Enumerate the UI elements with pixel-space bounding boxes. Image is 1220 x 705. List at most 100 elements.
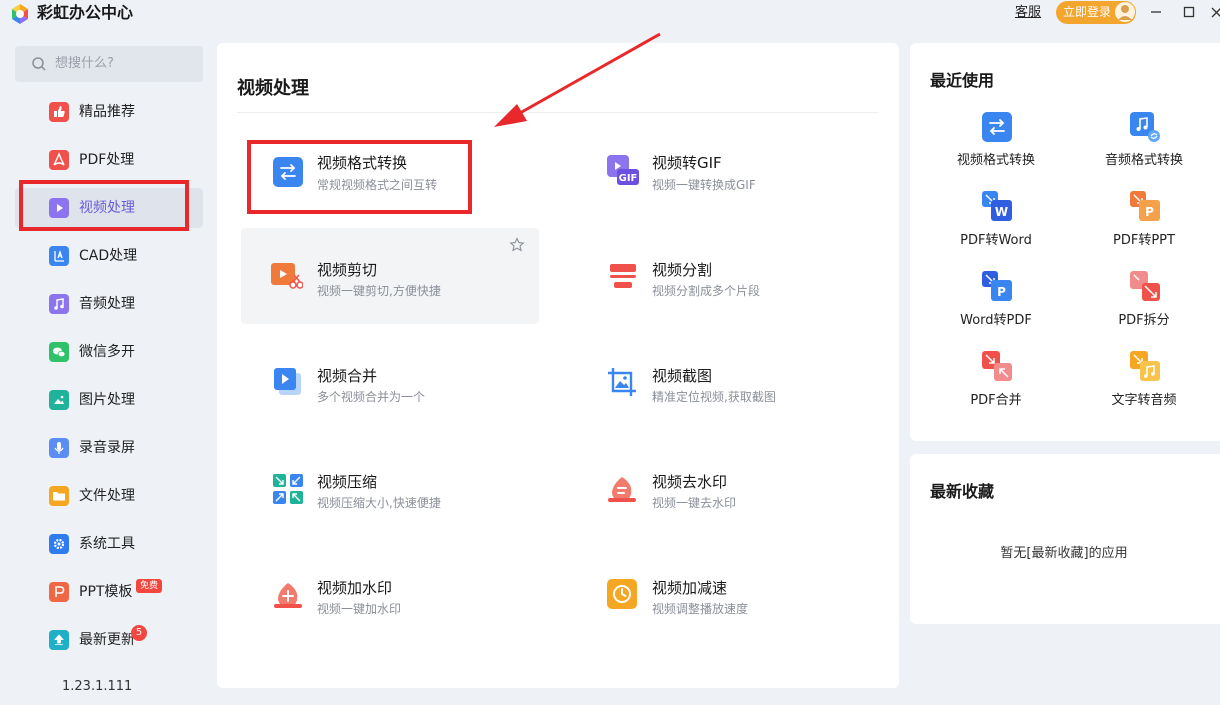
- maximize-icon[interactable]: [1180, 3, 1198, 21]
- split-icon: [610, 264, 636, 288]
- page-title: 视频处理: [237, 78, 309, 99]
- divider: [237, 112, 879, 113]
- sidebar-item-label: 精品推荐: [79, 104, 135, 120]
- tool-name: 视频压缩: [317, 473, 378, 491]
- sidebar-item-label: 录音录屏: [79, 440, 135, 456]
- recent-item-label[interactable]: PDF合并: [931, 392, 1061, 410]
- thumbs-up-icon: [49, 102, 69, 122]
- tool-name: 视频转GIF: [652, 154, 722, 172]
- title-bar: 彩虹办公中心 客服 立即登录: [0, 0, 1220, 30]
- sidebar-item-label: 文件处理: [79, 488, 135, 504]
- favorites-title: 最新收藏: [930, 482, 995, 501]
- sidebar-item-label: CAD处理: [79, 248, 138, 264]
- sidebar-item-pdf[interactable]: PDF处理: [15, 140, 203, 180]
- speed-icon: [607, 579, 637, 609]
- sidebar-item-label: 图片处理: [79, 392, 135, 408]
- tool-name: 视频分割: [652, 261, 713, 279]
- compress-icon: [273, 474, 303, 504]
- search-placeholder: 想搜什么?: [55, 56, 114, 71]
- sidebar-item-wechat[interactable]: 微信多开: [15, 332, 203, 372]
- tool-name: 视频截图: [652, 367, 713, 385]
- upload-icon: [49, 630, 69, 650]
- tool-name: 视频加减速: [652, 579, 728, 597]
- tool-desc: 视频一键剪切,方便快捷: [317, 284, 441, 298]
- sidebar-item-recommended[interactable]: 精品推荐: [15, 92, 203, 132]
- ppt-icon: [49, 582, 69, 602]
- pdf-to-ppt-icon[interactable]: P: [1130, 191, 1160, 221]
- folder-icon: [49, 486, 69, 506]
- sidebar-item-files[interactable]: 文件处理: [15, 476, 203, 516]
- cad-icon: [49, 246, 69, 266]
- sidebar-item-image[interactable]: 图片处理: [15, 380, 203, 420]
- avatar[interactable]: [1114, 1, 1136, 23]
- sidebar-item-system-tools[interactable]: 系统工具: [15, 524, 203, 564]
- wechat-icon: [49, 342, 69, 362]
- star-icon[interactable]: [509, 237, 525, 253]
- favorites-empty-text: 暂无[最新收藏]的应用: [1000, 546, 1128, 561]
- highlight-box-sidebar: [19, 180, 189, 231]
- recent-title: 最近使用: [930, 71, 995, 90]
- sidebar-item-label: 最新更新: [79, 632, 135, 648]
- sidebar-item-updates[interactable]: 最新更新: [15, 620, 203, 660]
- tool-name: 视频合并: [317, 367, 378, 385]
- rainbow-logo-icon: [12, 4, 28, 24]
- merge-video-icon: [274, 368, 301, 395]
- tool-desc: 视频一键去水印: [652, 496, 737, 510]
- image-icon: [49, 390, 69, 410]
- swap-arrows-icon[interactable]: [982, 112, 1012, 142]
- free-badge: 免费: [136, 579, 163, 593]
- close-icon[interactable]: [1206, 3, 1220, 21]
- add-watermark-icon: [274, 583, 302, 608]
- remove-watermark-icon: [608, 477, 636, 502]
- favorites-panel: [910, 454, 1220, 624]
- pdf-icon: [49, 150, 69, 170]
- svg-text:W: W: [995, 205, 1008, 219]
- update-count-badge: 5: [131, 625, 147, 641]
- svg-text:P: P: [1145, 205, 1154, 219]
- tool-desc: 视频分割成多个片段: [652, 284, 761, 298]
- recent-item-label[interactable]: PDF拆分: [1079, 312, 1209, 330]
- sidebar-item-recorder[interactable]: 录音录屏: [15, 428, 203, 468]
- pdf-to-word-icon[interactable]: W: [982, 191, 1012, 221]
- video-scissors-icon: [271, 263, 303, 289]
- highlight-box-tool: [247, 140, 472, 214]
- search-input[interactable]: 想搜什么?: [15, 46, 203, 82]
- word-to-pdf-icon[interactable]: P: [982, 271, 1012, 301]
- customer-service-link[interactable]: 客服: [1015, 4, 1041, 22]
- minimize-icon[interactable]: [1147, 3, 1165, 21]
- sidebar-item-ppt-templates[interactable]: PPT模板: [15, 572, 203, 612]
- recent-item-label[interactable]: PDF转PPT: [1079, 232, 1209, 250]
- sidebar-item-label: 音频处理: [79, 296, 135, 312]
- crop-image-icon: [608, 368, 636, 396]
- tool-name: 视频加水印: [317, 579, 393, 597]
- pdf-merge-icon[interactable]: [982, 351, 1012, 381]
- recent-item-label[interactable]: 音频格式转换: [1079, 152, 1209, 170]
- tool-name: 视频剪切: [317, 261, 378, 279]
- audio-convert-icon[interactable]: [1130, 112, 1160, 142]
- recent-item-label[interactable]: 视频格式转换: [931, 152, 1061, 170]
- recent-item-label[interactable]: 文字转音频: [1079, 392, 1209, 410]
- sidebar-item-label: PDF处理: [79, 152, 135, 168]
- svg-text:P: P: [997, 285, 1006, 299]
- text-to-audio-icon[interactable]: [1130, 351, 1160, 381]
- recent-item-label[interactable]: Word转PDF: [931, 312, 1061, 330]
- sidebar-item-label: 系统工具: [79, 536, 135, 552]
- svg-text:GIF: GIF: [619, 173, 638, 184]
- sidebar-item-cad[interactable]: CAD处理: [15, 236, 203, 276]
- pdf-split-icon[interactable]: [1130, 271, 1160, 301]
- tool-desc: 视频压缩大小,快速便捷: [317, 496, 441, 510]
- sidebar-item-label: PPT模板: [79, 584, 133, 600]
- search-icon: [32, 57, 46, 71]
- app-title: 彩虹办公中心: [37, 3, 134, 22]
- user-icon: [1118, 5, 1132, 20]
- gear-icon: [49, 534, 69, 554]
- recent-item-label[interactable]: PDF转Word: [931, 232, 1061, 250]
- music-icon: [49, 294, 69, 314]
- gif-icon: GIF: [607, 155, 639, 185]
- tool-desc: 视频调整播放速度: [652, 602, 749, 616]
- sidebar-item-audio[interactable]: 音频处理: [15, 284, 203, 324]
- tool-desc: 视频一键转换成GIF: [652, 178, 756, 192]
- microphone-icon: [49, 438, 69, 458]
- tool-desc: 视频一键加水印: [317, 602, 402, 616]
- tool-desc: 精准定位视频,获取截图: [652, 390, 776, 404]
